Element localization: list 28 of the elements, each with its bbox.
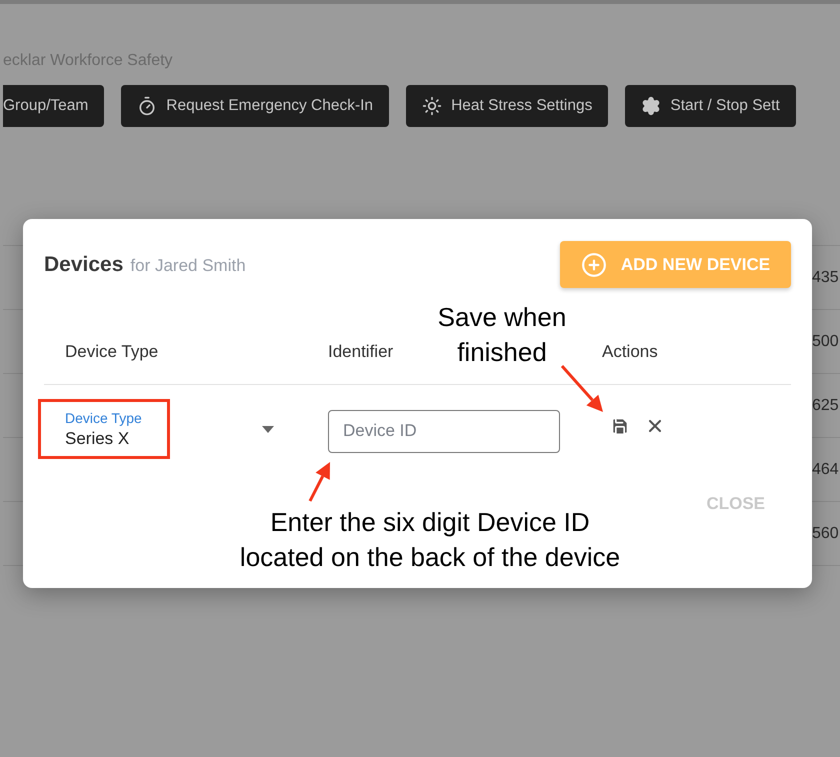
- annotation-text: Save when finished: [436, 301, 568, 369]
- annotation-text: Enter the six digit Device ID located on the back of the device: [238, 506, 622, 574]
- table-cell: 500: [812, 332, 840, 350]
- table-cell: 625: [812, 396, 840, 414]
- device-id-field[interactable]: Device ID: [328, 410, 560, 452]
- table-cell: 560: [812, 524, 840, 542]
- dialog-title: Devices: [44, 252, 124, 276]
- save-button[interactable]: [610, 416, 630, 436]
- gear-icon: [641, 96, 662, 116]
- caret-icon: [262, 426, 274, 432]
- column-header: Actions: [602, 342, 658, 362]
- plus-icon: [580, 252, 607, 278]
- select-value: Series X: [65, 428, 130, 448]
- table-cell: 435: [812, 268, 840, 286]
- dialog-subtitle: for Jared Smith: [130, 256, 246, 276]
- column-header: Device Type: [65, 342, 158, 362]
- arrow: [308, 462, 330, 502]
- stopwatch-icon: [137, 96, 158, 116]
- toolbar-button[interactable]: Group/Team: [3, 85, 104, 127]
- table-cell: 464: [812, 460, 840, 478]
- toolbar-button[interactable]: Heat Stress Settings: [406, 85, 608, 127]
- column-header: Identifier: [328, 342, 394, 362]
- toolbar-button[interactable]: Start / Stop Sett: [625, 85, 796, 127]
- sun-icon: [422, 96, 442, 116]
- toolbar-button[interactable]: Request Emergency Check-In: [121, 85, 390, 127]
- select-label: Device Type: [65, 410, 142, 426]
- device-type-select[interactable]: Device Type Series X: [44, 404, 290, 454]
- arrow: [560, 365, 603, 412]
